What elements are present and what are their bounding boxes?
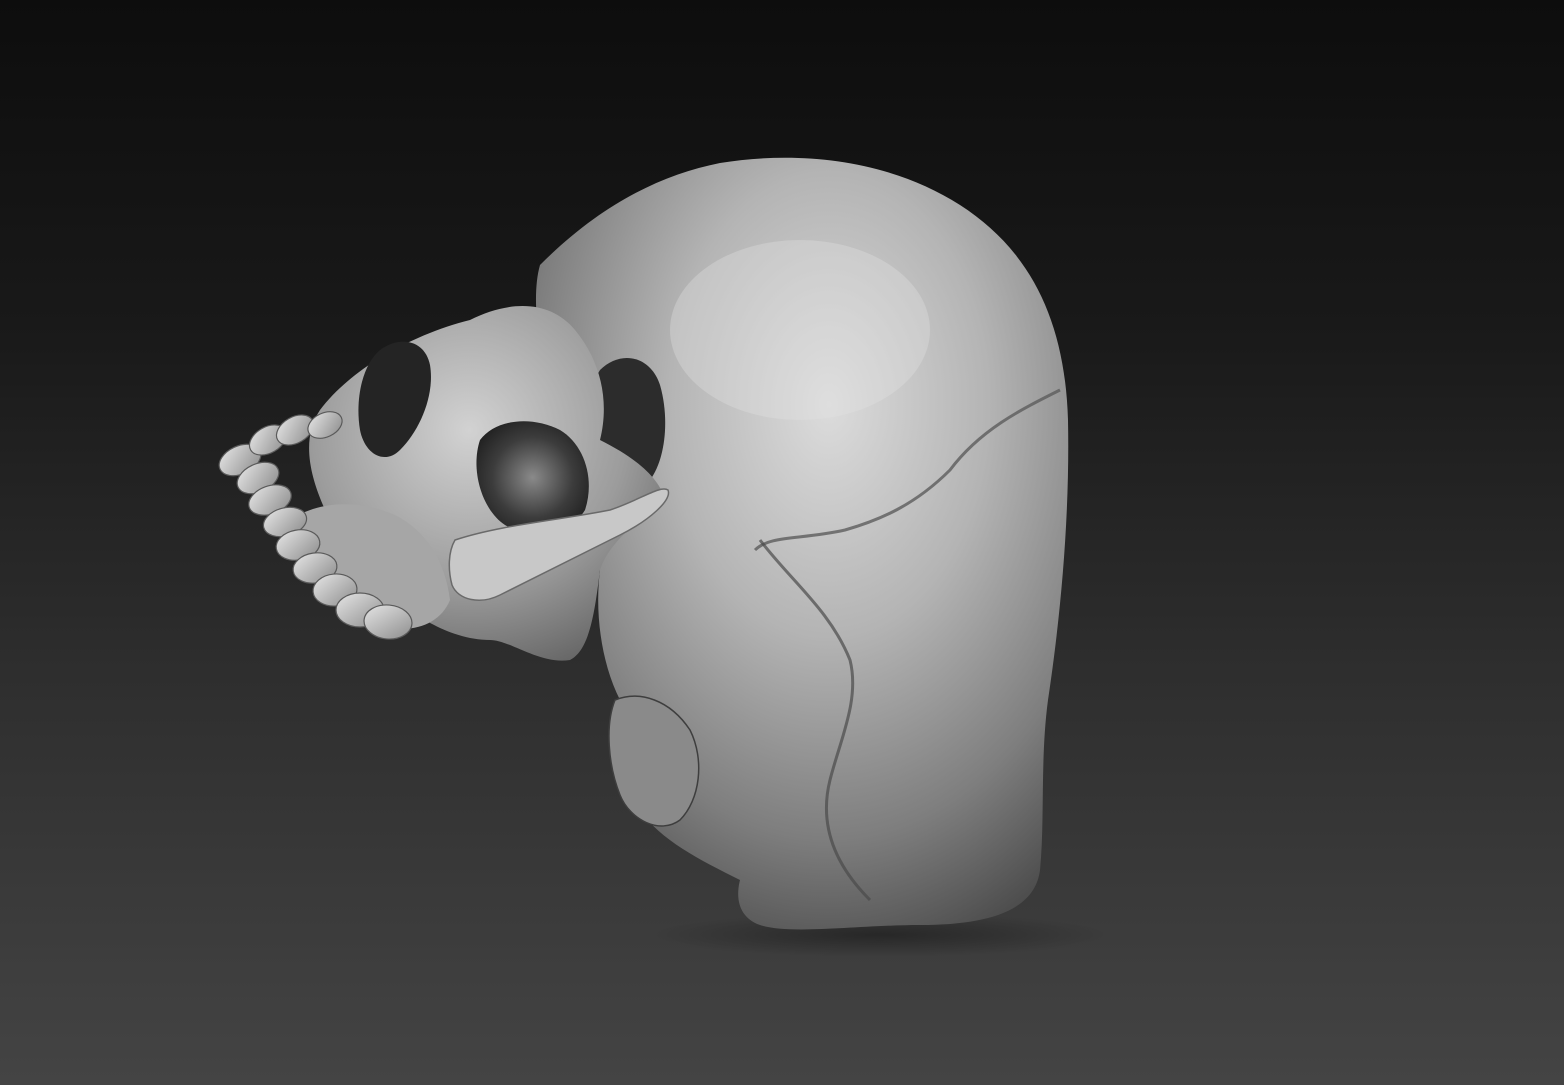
3d-viewport[interactable] — [0, 0, 1564, 1085]
frontal-highlight — [670, 240, 930, 420]
skull-sculpt-icon[interactable] — [0, 0, 1564, 1085]
